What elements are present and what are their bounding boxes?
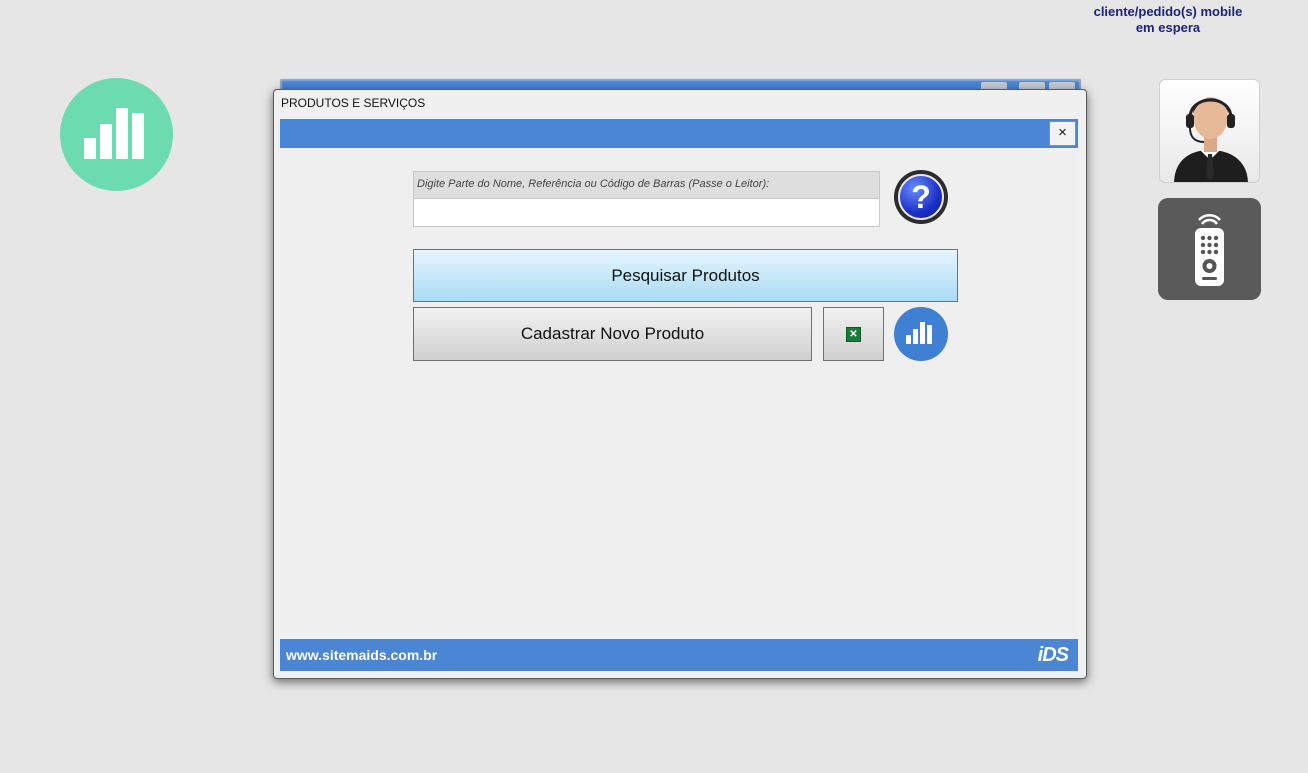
export-excel-button[interactable]: ✕ [823, 307, 884, 361]
notice-line-1: cliente/pedido(s) mobile [1093, 4, 1243, 19]
search-label: Digite Parte do Nome, Referência ou Códi… [413, 171, 880, 199]
search-products-button[interactable]: Pesquisar Produtos [413, 249, 958, 302]
search-input[interactable] [413, 199, 880, 227]
dialog-title: PRODUTOS E SERVIÇOS [281, 96, 426, 110]
footer-site-link[interactable]: www.sitemaids.com.br [286, 647, 437, 663]
question-icon: ? [898, 174, 944, 220]
remote-access-button[interactable] [1158, 198, 1261, 300]
remote-control-icon [1195, 214, 1224, 286]
ids-logo: iDS [1037, 644, 1069, 666]
notice-line-2: em espera [1135, 20, 1201, 35]
dialog-header-bar: × [280, 119, 1078, 148]
close-button[interactable]: × [1049, 121, 1076, 146]
dialog-footer: www.sitemaids.com.br iDS [280, 639, 1078, 671]
product-stats-button[interactable] [894, 307, 948, 361]
dialog-body: Digite Parte do Nome, Referência ou Códi… [280, 148, 1078, 639]
help-button[interactable]: ? [894, 170, 948, 224]
support-button[interactable] [1159, 79, 1260, 183]
mobile-orders-notice[interactable]: cliente/pedido(s) mobile em espera [1082, 4, 1254, 36]
bar-chart-icon [84, 108, 144, 159]
register-product-button[interactable]: Cadastrar Novo Produto [413, 307, 812, 361]
excel-icon: ✕ [846, 327, 861, 342]
bar-chart-icon [906, 322, 932, 344]
support-agent-icon [1174, 97, 1248, 182]
products-dialog: PRODUTOS E SERVIÇOS × Digite Parte do No… [273, 89, 1087, 679]
stats-shortcut[interactable] [60, 78, 173, 191]
